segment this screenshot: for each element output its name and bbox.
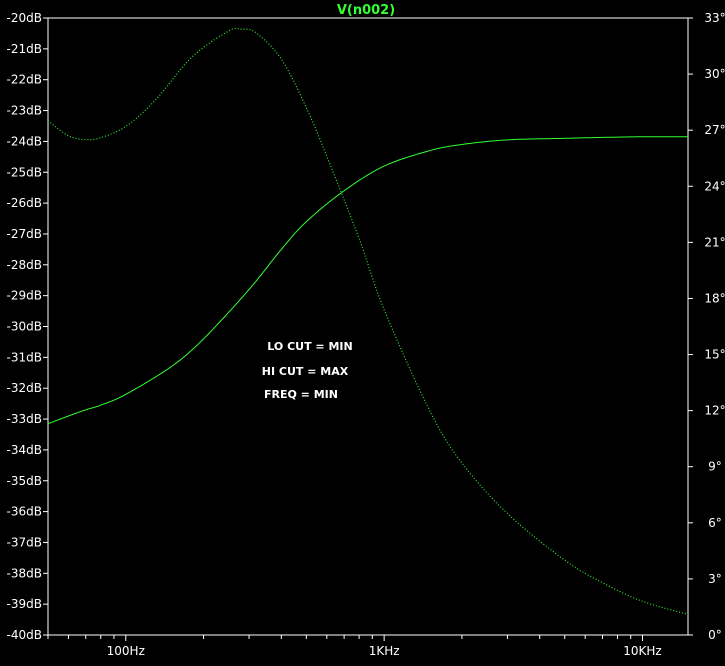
y-left-tick-label: -35dB: [7, 474, 42, 488]
bode-plot: V(n002) -20dB -21dB -22dB -23dB -24dB -25dB -2…: [0, 0, 725, 666]
y-left-tick-label: -28dB: [7, 258, 42, 272]
y-left-tick-label: -32dB: [7, 381, 42, 395]
y-right-tick-label: 21°: [704, 235, 725, 249]
y-right-tick-label: 27°: [704, 123, 725, 137]
y-left-tick-label: -21dB: [7, 42, 42, 56]
y-left-tick-label: -24dB: [7, 134, 42, 148]
y-left-tick-label: -37dB: [7, 535, 42, 549]
y-left-tick-label: -29dB: [7, 289, 42, 303]
annotation-text: FREQ = MIN: [264, 388, 338, 401]
y-left-tick-label: -23dB: [7, 104, 42, 118]
y-right-tick-label: 9°: [708, 460, 722, 474]
chart-title: V(n002): [337, 3, 395, 18]
y-left-tick-label: -40dB: [7, 628, 42, 642]
y-left-tick-label: -25dB: [7, 165, 42, 179]
y-right-tick-label: 12°: [704, 404, 725, 418]
annotation-text: HI CUT = MAX: [262, 365, 349, 378]
x-tick-label: 1KHz: [369, 644, 400, 658]
y-right-tick-label: 3°: [708, 572, 722, 586]
y-right-tick-label: 6°: [708, 516, 722, 530]
y-left-tick-label: -20dB: [7, 11, 42, 25]
y-right-tick-label: 33°: [704, 11, 725, 25]
y-left-tick-label: -22dB: [7, 73, 42, 87]
y-right-tick-label: 30°: [704, 67, 725, 81]
y-right-tick-label: 18°: [704, 291, 725, 305]
plot-background: [0, 0, 725, 666]
y-left-tick-label: -34dB: [7, 443, 42, 457]
y-left-tick-label: -31dB: [7, 350, 42, 364]
y-left-tick-label: -39dB: [7, 597, 42, 611]
x-tick-label: 100Hz: [107, 644, 145, 658]
annotation-text: LO CUT = MIN: [267, 340, 352, 353]
y-left-tick-label: -36dB: [7, 505, 42, 519]
y-right-tick-label: 0°: [708, 628, 722, 642]
y-right-tick-label: 24°: [704, 179, 725, 193]
x-tick-label: 10KHz: [623, 644, 661, 658]
y-left-tick-label: -33dB: [7, 412, 42, 426]
y-left-tick-label: -26dB: [7, 196, 42, 210]
y-left-tick-label: -30dB: [7, 320, 42, 334]
y-right-tick-label: 15°: [704, 348, 725, 362]
y-left-tick-label: -38dB: [7, 566, 42, 580]
y-left-tick-label: -27dB: [7, 227, 42, 241]
